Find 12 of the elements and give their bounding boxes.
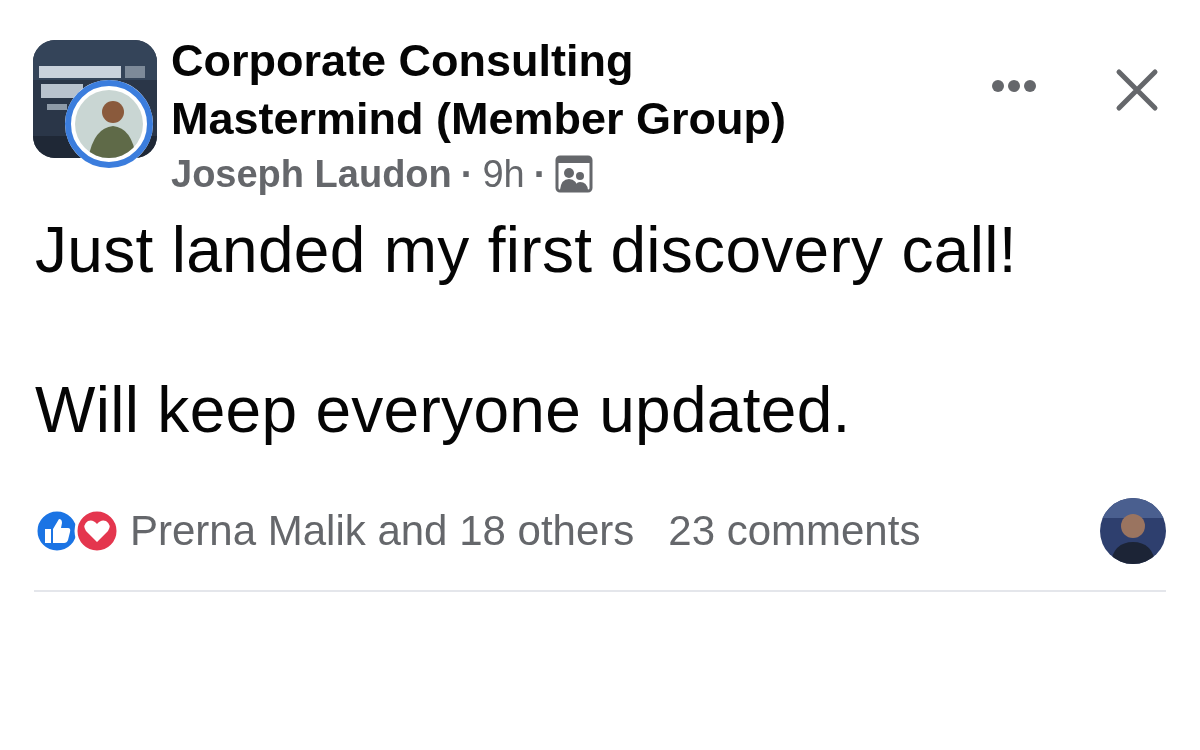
separator: ·: [460, 152, 474, 196]
separator: ·: [533, 152, 547, 196]
more-icon[interactable]: [990, 78, 1038, 94]
group-icon: [555, 155, 594, 193]
group-name[interactable]: Corporate Consulting Mastermind (Member Group): [171, 32, 811, 148]
post-text: Just landed my first discovery call!: [35, 213, 1018, 288]
author-name[interactable]: Joseph Laudon: [171, 152, 452, 196]
post-text: Will keep everyone updated.: [35, 373, 852, 448]
post-time[interactable]: 9h: [482, 152, 525, 196]
reactions-count[interactable]: Prerna Malik and 18 others: [130, 507, 635, 555]
avatar[interactable]: [63, 78, 155, 170]
comments-count[interactable]: 23 comments: [668, 507, 921, 555]
